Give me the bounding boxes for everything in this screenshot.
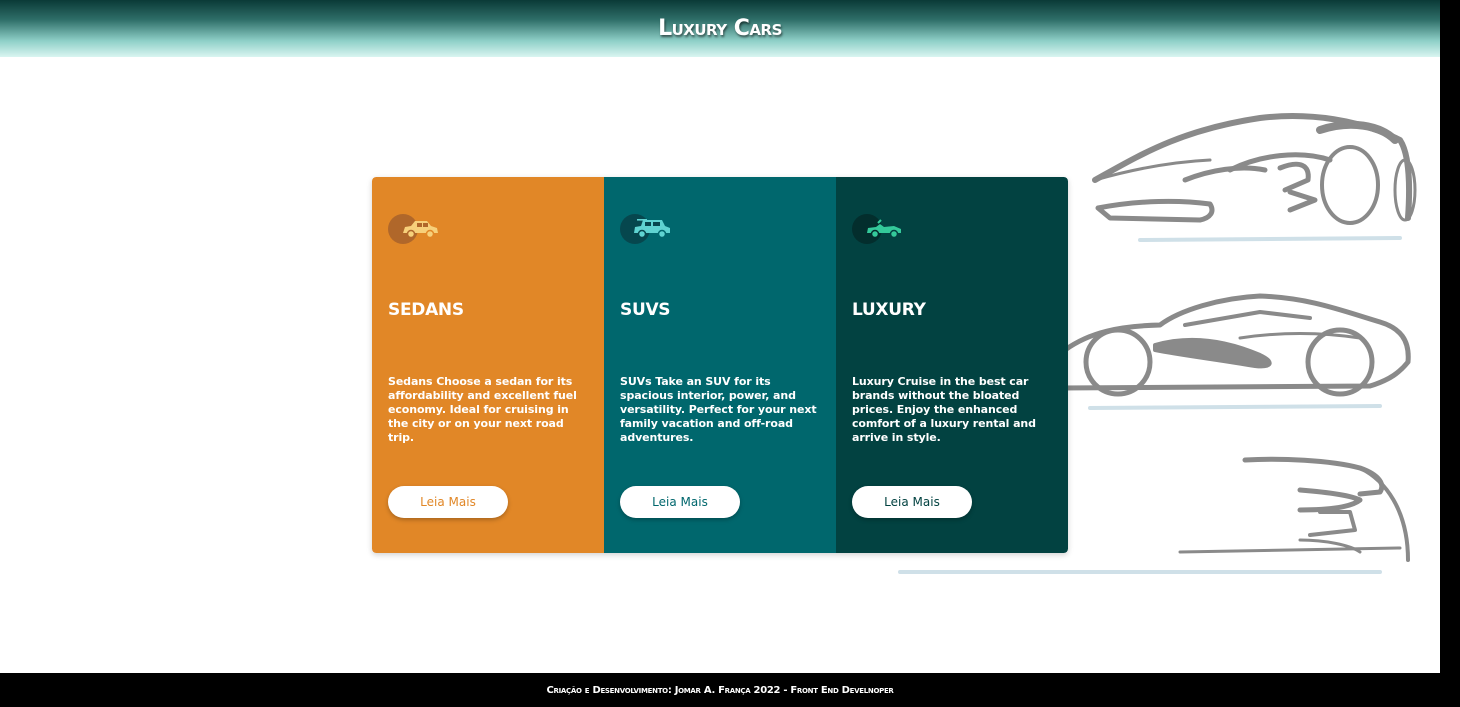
card-group: SEDANS Sedans Choose a sedan for its aff… (372, 177, 1068, 553)
read-more-button-suvs[interactable]: Leia Mais (620, 486, 740, 518)
card-description: Luxury Cruise in the best car brands wit… (852, 375, 1036, 444)
card-description: SUVs Take an SUV for its spacious interi… (620, 375, 817, 444)
footer-credit: Criação e Desenvolvimento: Jomar A. Fran… (546, 684, 894, 696)
suv-car-icon (620, 214, 680, 244)
sedan-car-icon (388, 214, 448, 244)
read-more-button-luxury[interactable]: Leia Mais (852, 486, 972, 518)
site-header: Luxury Cars (0, 0, 1440, 57)
card-sedans: SEDANS Sedans Choose a sedan for its aff… (372, 177, 604, 553)
card-description: Sedans Choose a sedan for its affordabil… (388, 375, 577, 444)
page: Luxury Cars SEDANS Sedans Choose a sedan… (0, 0, 1460, 707)
right-edge-strip (1440, 0, 1460, 707)
read-more-button-sedans[interactable]: Leia Mais (388, 486, 508, 518)
site-title: Luxury Cars (658, 16, 782, 41)
card-title: SEDANS (388, 300, 464, 320)
convertible-car-icon (852, 214, 912, 244)
card-luxury: LUXURY Luxury Cruise in the best car bra… (836, 177, 1068, 553)
site-footer: Criação e Desenvolvimento: Jomar A. Fran… (0, 673, 1440, 707)
card-title: LUXURY (852, 300, 926, 320)
card-title: SUVS (620, 300, 671, 320)
card-suvs: SUVS SUVs Take an SUV for its spacious i… (604, 177, 836, 553)
